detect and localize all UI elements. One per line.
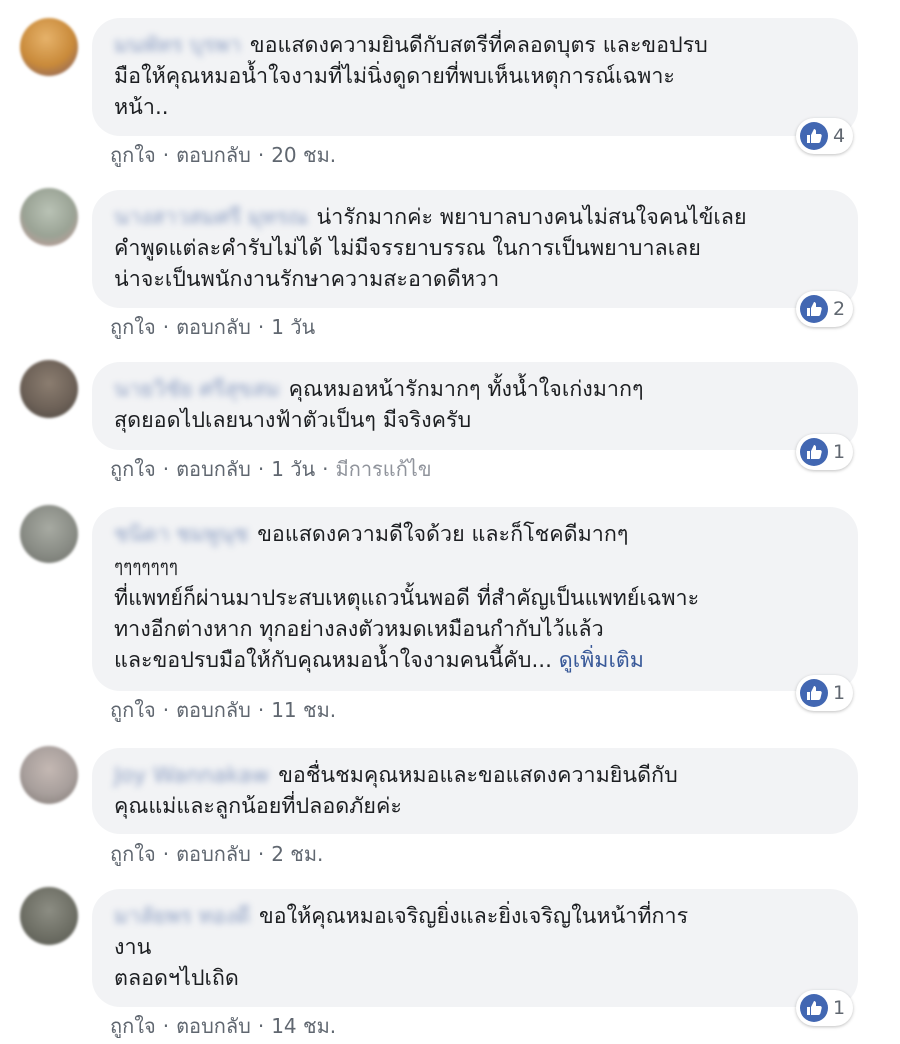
thumbs-up-icon — [800, 295, 828, 323]
avatar[interactable] — [20, 887, 78, 945]
comment-actions: ถูกใจ · ตอบกลับ · 14 ชม. — [110, 1010, 336, 1042]
comment-text: นางสาวสมศรี มุทรณ น่ารักมากค่ะ พยาบาลบาง… — [114, 202, 836, 295]
comment-bubble: ชนิดา ชมพูนุช ขอแสดงความดีใจด้วย และก็โช… — [92, 507, 858, 691]
like-link[interactable]: ถูกใจ — [110, 315, 156, 339]
comment-bubble: นางสาวสมศรี มุทรณ น่ารักมากค่ะ พยาบาลบาง… — [92, 190, 858, 308]
avatar[interactable] — [20, 188, 78, 246]
comment-author[interactable]: ชนิดา ชมพูนุช — [114, 522, 248, 547]
comment-text: ชนิดา ชมพูนุช ขอแสดงความดีใจด้วย และก็โช… — [114, 519, 836, 676]
like-link[interactable]: ถูกใจ — [110, 143, 156, 167]
separator: · — [257, 315, 265, 339]
thumbs-up-icon — [800, 438, 828, 466]
comment-actions: ถูกใจ · ตอบกลับ · 11 ชม. — [110, 694, 336, 726]
separator: · — [257, 143, 265, 167]
comment-bubble: นายวิชัย ศรีสุขสม คุณหมอหน้ารักมากๆ ทั้ง… — [92, 362, 858, 450]
comment-actions: ถูกใจ · ตอบกลับ · 2 ชม. — [110, 838, 323, 870]
comment-author[interactable]: นายวิชัย ศรีสุขสม — [114, 377, 280, 402]
comment-author[interactable]: นางสาวสมศรี มุทรณ — [114, 205, 308, 230]
reaction-number: 1 — [833, 682, 846, 704]
separator: · — [162, 842, 170, 866]
separator: · — [162, 315, 170, 339]
like-link[interactable]: ถูกใจ — [110, 698, 156, 722]
comment-text: Joy Wannakaw ขอชื่นชมคุณหมอและขอแสดงความ… — [114, 760, 836, 822]
reaction-count[interactable]: 4 — [796, 118, 854, 154]
comment-time[interactable]: 2 ชม. — [271, 842, 323, 866]
reaction-number: 1 — [833, 441, 846, 463]
reply-link[interactable]: ตอบกลับ — [176, 698, 251, 722]
comment-time[interactable]: 14 ชม. — [271, 1014, 336, 1038]
avatar[interactable] — [20, 505, 78, 563]
edited-label[interactable]: มีการแก้ไข — [336, 457, 432, 481]
reaction-number: 4 — [833, 125, 846, 147]
comment-actions: ถูกใจ · ตอบกลับ · 20 ชม. — [110, 139, 336, 171]
avatar[interactable] — [20, 360, 78, 418]
comment-text: นายวิชัย ศรีสุขสม คุณหมอหน้ารักมากๆ ทั้ง… — [114, 374, 836, 436]
reaction-number: 2 — [833, 298, 846, 320]
separator: · — [162, 698, 170, 722]
reaction-count[interactable]: 1 — [796, 990, 854, 1026]
comment-text: มนพัทร บุรพา ขอแสดงความยินดีกับสตรีที่คล… — [114, 30, 836, 123]
thumbs-up-icon — [800, 994, 828, 1022]
reaction-count[interactable]: 2 — [796, 291, 854, 327]
reply-link[interactable]: ตอบกลับ — [176, 143, 251, 167]
reaction-number: 1 — [833, 997, 846, 1019]
comment-actions: ถูกใจ · ตอบกลับ · 1 วัน · มีการแก้ไข — [110, 453, 432, 485]
separator: · — [257, 842, 265, 866]
avatar[interactable] — [20, 746, 78, 804]
comment-body: ขอแสดงความดีใจด้วย และก็โชคดีมากๆ — [257, 522, 629, 547]
separator: · — [162, 143, 170, 167]
like-link[interactable]: ถูกใจ — [110, 842, 156, 866]
comment-author[interactable]: Joy Wannakaw — [114, 763, 269, 788]
reply-link[interactable]: ตอบกลับ — [176, 457, 251, 481]
like-link[interactable]: ถูกใจ — [110, 1014, 156, 1038]
comment-time[interactable]: 20 ชม. — [271, 143, 336, 167]
separator: · — [257, 457, 265, 481]
thumbs-up-icon — [800, 122, 828, 150]
comment-time[interactable]: 1 วัน — [271, 315, 315, 339]
reaction-count[interactable]: 1 — [796, 434, 854, 470]
comment-time[interactable]: 11 ชม. — [271, 698, 336, 722]
separator: · — [162, 1014, 170, 1038]
separator: · — [322, 457, 329, 481]
see-more-link[interactable]: ดูเพิ่มเติม — [559, 648, 644, 673]
reaction-count[interactable]: 1 — [796, 675, 854, 711]
avatar[interactable] — [20, 18, 78, 76]
comment-text: มาลัยพร ทองดี ขอให้คุณหมอเจริญยิ่งและยิ่… — [114, 901, 836, 994]
comment-author[interactable]: มนพัทร บุรพา — [114, 33, 241, 58]
comment-author[interactable]: มาลัยพร ทองดี — [114, 904, 250, 929]
thumbs-up-icon — [800, 679, 828, 707]
reply-link[interactable]: ตอบกลับ — [176, 1014, 251, 1038]
reply-link[interactable]: ตอบกลับ — [176, 842, 251, 866]
comment-bubble: Joy Wannakaw ขอชื่นชมคุณหมอและขอแสดงความ… — [92, 748, 858, 834]
separator: · — [257, 1014, 265, 1038]
separator: · — [162, 457, 170, 481]
comment-time[interactable]: 1 วัน — [271, 457, 315, 481]
reply-link[interactable]: ตอบกลับ — [176, 315, 251, 339]
comment-bubble: มนพัทร บุรพา ขอแสดงความยินดีกับสตรีที่คล… — [92, 18, 858, 136]
comment-actions: ถูกใจ · ตอบกลับ · 1 วัน — [110, 311, 315, 343]
like-link[interactable]: ถูกใจ — [110, 457, 156, 481]
separator: · — [257, 698, 265, 722]
comment-bubble: มาลัยพร ทองดี ขอให้คุณหมอเจริญยิ่งและยิ่… — [92, 889, 858, 1007]
comment-body-small: ๆๆๆๆๆๆๆ — [114, 557, 178, 577]
